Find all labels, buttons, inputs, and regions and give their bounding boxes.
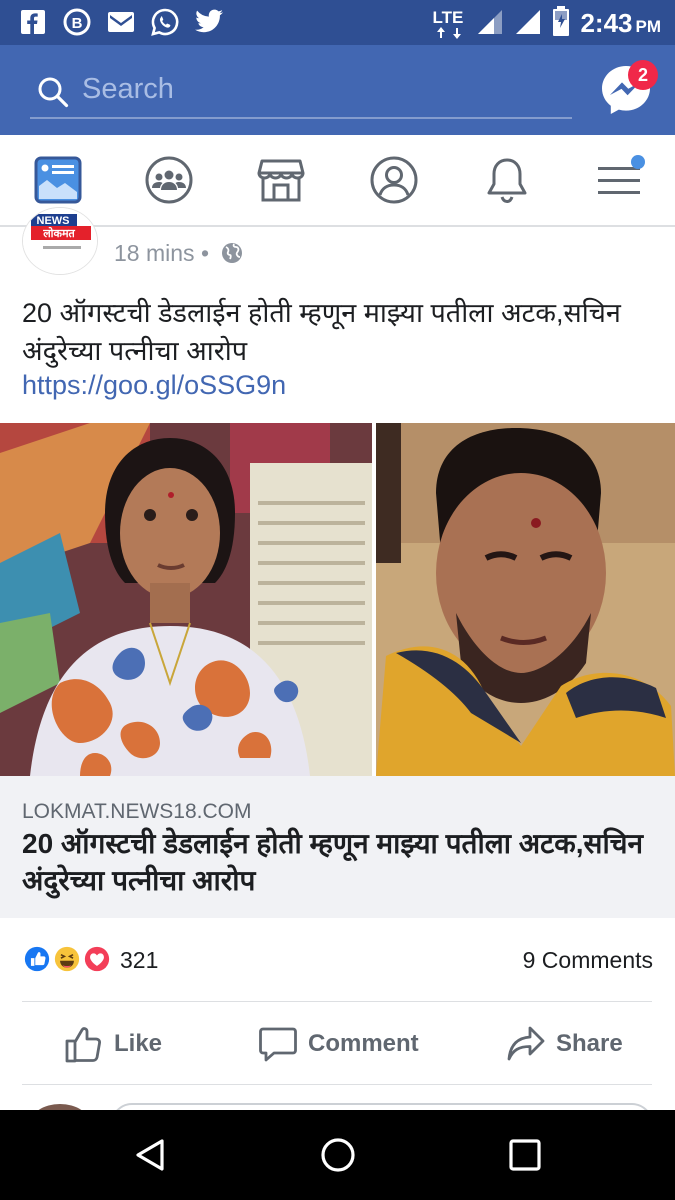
menu-notification-dot: [631, 155, 645, 169]
haha-reaction-icon: [52, 944, 82, 974]
divider: [22, 1084, 652, 1085]
thumbs-up-icon: [65, 1027, 101, 1063]
page-avatar[interactable]: NEWS लोकमत: [22, 207, 98, 275]
system-indicators: LTE 2:43 PM: [432, 6, 661, 41]
screen: B LTE 2:43 PM Search 2 NEWS लोकमत 18 min…: [0, 0, 675, 1200]
bbm-icon: B: [62, 7, 92, 37]
comment-label: Comment: [308, 1030, 419, 1057]
comments-count[interactable]: 9 Comments: [523, 947, 653, 974]
groups-icon[interactable]: [144, 155, 194, 205]
marketplace-icon[interactable]: [256, 155, 306, 205]
search-header: Search: [0, 45, 675, 135]
svg-text:लोकमत: लोकमत: [42, 226, 75, 240]
divider: [22, 1001, 652, 1002]
meta-separator: •: [200, 240, 209, 266]
profile-icon[interactable]: [369, 155, 419, 205]
news-feed-icon[interactable]: [33, 155, 83, 205]
like-reaction-icon: [22, 944, 52, 974]
post-text: 20 ऑगस्टची डेडलाईन होती म्हणून माझ्या पत…: [22, 298, 621, 366]
tab-bar: [0, 135, 675, 227]
search-placeholder: Search: [82, 73, 174, 105]
share-button[interactable]: Share: [506, 1022, 623, 1066]
comment-bubble-icon: [259, 1027, 297, 1062]
comment-composer-peek: [0, 1090, 675, 1110]
signal-icon-2: [514, 7, 542, 40]
back-icon[interactable]: [132, 1137, 168, 1173]
post-link[interactable]: https://goo.gl/oSSG9n: [22, 370, 286, 401]
search-input[interactable]: Search: [30, 67, 572, 119]
post-time[interactable]: 18 mins: [114, 240, 195, 266]
like-label: Like: [114, 1030, 163, 1057]
twitter-icon: [194, 7, 224, 37]
search-icon: [38, 77, 69, 108]
lte-icon: LTE: [432, 8, 466, 40]
reactions-row[interactable]: 321 9 Comments: [0, 936, 675, 986]
notifications-bell-icon[interactable]: [482, 155, 532, 205]
link-domain: LOKMAT.NEWS18.COM: [22, 800, 252, 823]
svg-text:NEWS: NEWS: [37, 215, 70, 227]
facebook-icon: [18, 7, 48, 37]
signal-icon: [476, 7, 504, 40]
clock: 2:43 PM: [580, 8, 661, 39]
android-nav-bar: [0, 1110, 675, 1200]
link-title: 20 ऑगस्टची डेडलाईन होती म्हणून माझ्या पत…: [22, 828, 644, 896]
home-icon[interactable]: [320, 1137, 356, 1173]
clock-time: 2:43: [580, 8, 633, 38]
post-header: NEWS लोकमत 18 mins •: [0, 207, 675, 287]
link-preview[interactable]: LOKMAT.NEWS18.COM 20 ऑगस्टची डेडलाईन होत…: [0, 776, 675, 918]
network-label: LTE: [432, 7, 464, 27]
status-bar: B LTE 2:43 PM: [0, 0, 675, 45]
notification-icons: B: [18, 7, 224, 37]
reaction-count: 321: [120, 947, 159, 973]
share-arrow-icon: [507, 1026, 545, 1061]
whatsapp-icon: [150, 7, 180, 37]
clock-ampm: PM: [635, 17, 662, 36]
woman-photo: [0, 423, 372, 776]
globe-icon: [222, 243, 243, 263]
post-meta: 18 mins •: [114, 240, 243, 267]
svg-text:B: B: [72, 15, 83, 32]
messenger-badge: 2: [628, 60, 658, 90]
lokmat-logo: NEWS लोकमत: [23, 208, 97, 274]
love-reaction-icon: [82, 944, 112, 974]
post-image[interactable]: [0, 423, 675, 776]
like-button[interactable]: Like: [64, 1022, 162, 1066]
comment-button[interactable]: Comment: [258, 1022, 419, 1066]
post-actions: Like Comment Share: [0, 1012, 675, 1076]
share-label: Share: [556, 1030, 623, 1057]
gmail-icon: [106, 7, 136, 37]
battery-icon: [552, 6, 570, 41]
man-photo: [376, 423, 675, 776]
recents-icon[interactable]: [507, 1137, 543, 1173]
